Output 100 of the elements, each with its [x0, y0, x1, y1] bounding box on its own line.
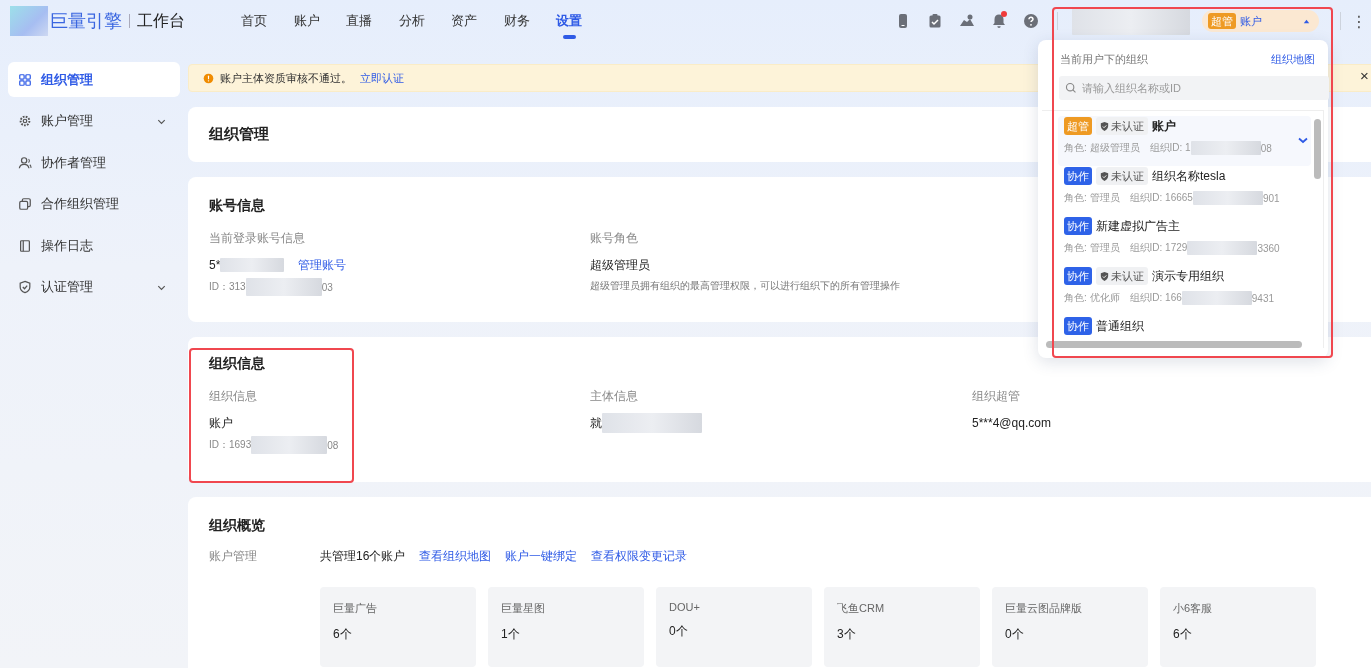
- sidebar-item[interactable]: 合作组织管理: [8, 186, 180, 222]
- nav-tab[interactable]: 账户: [280, 0, 333, 42]
- account-id-prefix: ID：313: [209, 280, 246, 294]
- org-item[interactable]: 协作 新建虚拟广告主 角色: 管理员 组织ID: 1729 3360: [1058, 216, 1311, 266]
- role-badge: 协作: [1064, 267, 1092, 285]
- sidebar-item[interactable]: 组织管理: [8, 62, 180, 97]
- account-switch[interactable]: 超管 账户: [1202, 10, 1319, 32]
- manage-account-link[interactable]: 管理账号: [298, 256, 347, 274]
- org-id-prefix: 组织ID: 1: [1149, 141, 1191, 155]
- field-label: 当前登录账号信息: [209, 230, 306, 247]
- product-count: 0个: [669, 623, 689, 640]
- role-badge: 超管: [1064, 117, 1092, 135]
- product-count: 3个: [837, 626, 857, 643]
- role-description: 超级管理员拥有组织的最高管理权限，可以进行组织下的所有管理操作: [590, 279, 901, 293]
- org-id-prefix: 组织ID: 166: [1129, 291, 1182, 305]
- org-name: 新建虚拟广告主: [1096, 217, 1180, 235]
- account-name: 5*: [209, 258, 221, 272]
- users-icon: [18, 155, 32, 170]
- org-id-suffix: 9431: [1251, 292, 1275, 304]
- overview-link[interactable]: 查看权限变更记录: [591, 548, 688, 565]
- role-badge: 协作: [1064, 317, 1092, 335]
- logo-mark: [10, 6, 48, 36]
- more-button[interactable]: ⋮: [1351, 11, 1365, 31]
- verify-link[interactable]: 立即认证: [360, 70, 404, 86]
- sidebar-item[interactable]: 协作者管理: [8, 145, 180, 180]
- nav-tab[interactable]: 直播: [333, 0, 386, 42]
- account-id-suffix: 03: [321, 281, 333, 293]
- org-map-link[interactable]: 组织地图: [1271, 51, 1315, 67]
- status-tag: 未认证: [1096, 267, 1148, 285]
- product-card[interactable]: 小6客服 6个: [1160, 587, 1316, 667]
- account-name: 账户: [1240, 13, 1262, 29]
- org-role: 角色: 管理员: [1064, 191, 1120, 205]
- sidebar-item[interactable]: 操作日志: [8, 228, 180, 263]
- overview-link[interactable]: 账户一键绑定: [505, 548, 578, 565]
- section-title: 账号信息: [209, 197, 265, 215]
- scrollbar[interactable]: [1314, 119, 1321, 179]
- product-card[interactable]: 飞鱼CRM 3个: [824, 587, 980, 667]
- product-name: 巨量广告: [333, 601, 378, 616]
- redacted-block: [220, 258, 285, 272]
- brand-name: 巨量引擎: [50, 10, 122, 33]
- org-name: 组织名称tesla: [1152, 167, 1226, 185]
- redacted-block: [1192, 191, 1263, 205]
- redacted-block: [1181, 291, 1252, 305]
- role-value: 超级管理员: [590, 257, 651, 273]
- org-name: 账户: [209, 415, 234, 431]
- product-count: 0个: [1005, 626, 1025, 643]
- sidebar-item[interactable]: 账户管理: [8, 103, 180, 139]
- field-label: 组织超管: [972, 388, 1021, 405]
- clipboard-check-icon: [927, 13, 943, 29]
- org-id-prefix: 组织ID: 1729: [1129, 241, 1188, 255]
- product-name: 小6客服: [1173, 601, 1214, 616]
- grid-icon: [18, 72, 32, 87]
- book-icon: [18, 238, 32, 253]
- warning-icon: [203, 72, 214, 84]
- role-badge: 协作: [1064, 167, 1092, 185]
- org-id-prefix: ID：1693: [209, 438, 252, 452]
- page-title: 组织管理: [209, 125, 269, 144]
- close-button[interactable]: ×: [1360, 69, 1369, 83]
- product-card[interactable]: 巨量星图 1个: [488, 587, 644, 667]
- org-item[interactable]: 协作 普通组织: [1058, 316, 1311, 348]
- field-label: 组织信息: [209, 388, 258, 405]
- org-item[interactable]: 超管 未认证 账户 角色: 超级管理员 组织ID: 1 08: [1058, 116, 1311, 166]
- subject-name: 就: [590, 414, 602, 432]
- field-label: 主体信息: [590, 388, 639, 405]
- product-name: 巨量星图: [501, 601, 546, 616]
- org-id-suffix: 08: [327, 439, 339, 451]
- sidebar-item[interactable]: 认证管理: [8, 269, 180, 305]
- product-card[interactable]: DOU+ 0个: [656, 587, 812, 667]
- org-item[interactable]: 协作 未认证 演示专用组织 角色: 优化师 组织ID: 166 9431: [1058, 266, 1311, 316]
- product-card[interactable]: 巨量云图品牌版 0个: [992, 587, 1148, 667]
- shield-icon: [1099, 270, 1110, 282]
- overview-link[interactable]: 查看组织地图: [419, 548, 492, 565]
- alert-message: 账户主体资质审核不通过。: [220, 70, 352, 86]
- org-id-suffix: 08: [1260, 142, 1272, 154]
- product-count: 6个: [1173, 626, 1193, 643]
- nav-tab[interactable]: 财务: [490, 0, 543, 42]
- org-name: 账户: [1152, 117, 1176, 135]
- product-count: 6个: [333, 626, 353, 643]
- org-id-prefix: 组织ID: 16665: [1129, 191, 1193, 205]
- product-name: DOU+: [669, 601, 701, 613]
- nav-tab[interactable]: 分析: [385, 0, 438, 42]
- redacted-block: [1187, 241, 1258, 255]
- search-field[interactable]: 请输入组织名称或ID: [1059, 76, 1329, 100]
- status-tag: 未认证: [1096, 167, 1148, 185]
- product-name: 飞鱼CRM: [837, 601, 886, 616]
- nav-tab[interactable]: 设置: [543, 0, 596, 42]
- nav-tab[interactable]: 首页: [228, 0, 281, 42]
- scrollbar[interactable]: [1046, 341, 1302, 348]
- nav-tab[interactable]: 资产: [438, 0, 491, 42]
- account-summary: 共管理16个账户: [320, 548, 406, 565]
- org-role: 角色: 优化师: [1064, 291, 1120, 305]
- product-card[interactable]: 巨量广告 6个: [320, 587, 476, 667]
- org-role: 角色: 管理员: [1064, 241, 1120, 255]
- help-icon: [1023, 13, 1039, 29]
- org-item[interactable]: 协作 未认证 组织名称tesla 角色: 管理员 组织ID: 16665 901: [1058, 166, 1311, 216]
- shield-icon: [1099, 120, 1110, 132]
- shield-check-icon: [18, 280, 32, 294]
- gear-icon: [18, 114, 32, 128]
- role-badge: 协作: [1064, 217, 1092, 235]
- field-label: 账户管理: [209, 548, 258, 565]
